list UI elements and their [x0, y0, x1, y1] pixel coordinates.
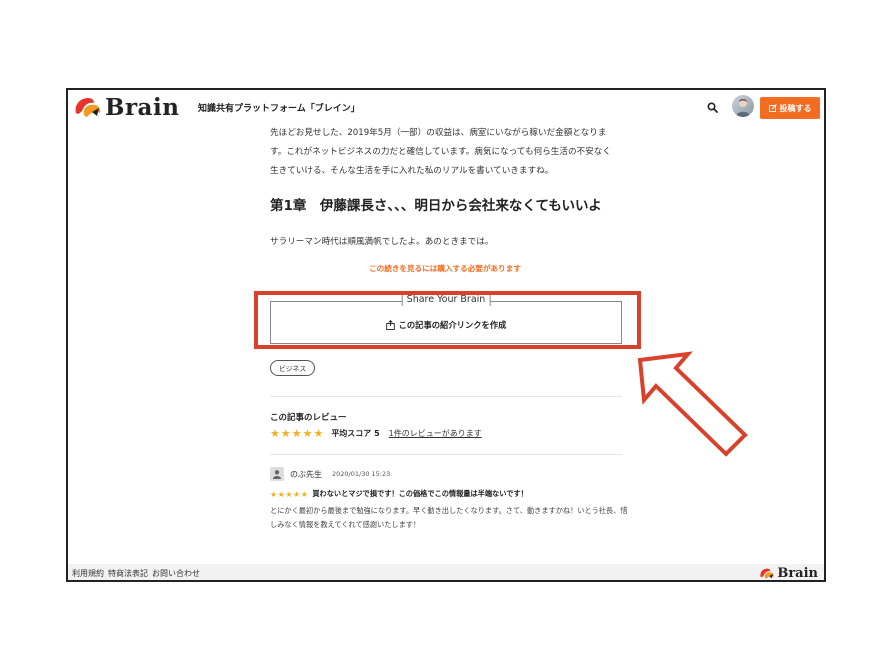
purchase-required-note: この続きを見るには購入する必要があります [369, 264, 521, 273]
site-tagline: 知識共有プラットフォーム「ブレイン」 [198, 104, 360, 114]
reviewer-name: のぶ先生 [290, 469, 322, 479]
brain-logo-icon [760, 568, 774, 579]
intro-line-1: 先ほどお見せした、2019年5月（一部）の収益は、病室にいながら稼いだ金額となり… [270, 128, 607, 138]
search-icon [706, 101, 718, 113]
search-button[interactable] [702, 97, 722, 117]
post-button-label: 投稿する [779, 103, 812, 113]
review-date: 2020/01/30 15:23 [332, 470, 391, 478]
site-footer: 利用規約 特商法表記 お問い合わせ Brain [68, 564, 824, 581]
footer-link-contact[interactable]: お問い合わせ [152, 568, 200, 579]
footer-links: 利用規約 特商法表記 お問い合わせ [72, 568, 200, 579]
review-body: とにかく最初から最後まで勉強になります。早く動き出したくなります。さて、動きます… [270, 506, 628, 529]
review-author: のぶ先生 2020/01/30 15:23 [270, 467, 390, 481]
arrow-annotation [637, 351, 748, 457]
review-stars: ★★★★★ [270, 489, 309, 499]
article-body: 先ほどお見せした、2019年5月（一部）の収益は、病室にいながら稼いだ金額となり… [270, 124, 630, 344]
tag-business[interactable]: ビジネス [270, 360, 316, 376]
divider [270, 396, 622, 397]
highlight-box [254, 291, 641, 349]
average-score: 平均スコア 5 [331, 429, 380, 438]
footer-logo-text: Brain [777, 566, 818, 581]
review-score-row: ★★★★★ 平均スコア 5 1件のレビューがあります [270, 427, 482, 440]
brain-logo[interactable]: Brain [72, 94, 179, 121]
browser-frame: Brain 知識共有プラットフォーム「ブレイン」 投稿する 先ほどお見せした、2… [66, 88, 826, 582]
post-button[interactable]: 投稿する [760, 97, 820, 119]
average-stars: ★★★★★ [270, 427, 325, 440]
divider [270, 454, 622, 455]
logo-text: Brain [105, 94, 180, 121]
footer-logo[interactable]: Brain [758, 566, 818, 581]
edit-icon [768, 104, 777, 112]
chapter-heading: 第1章 伊藤課長さ、、、明日から会社来なくてもいいよ [270, 198, 602, 214]
intro-line-2: す。これがネットビジネスの力だと確信しています。病気になっても何ら生活の不安なく [270, 147, 611, 157]
user-avatar[interactable] [732, 95, 754, 117]
footer-link-terms[interactable]: 利用規約 [72, 568, 104, 579]
review-headline-row: ★★★★★ 買わないとマジで損です！この価格でこの情報量は半端ないです！ [270, 489, 528, 499]
avatar-icon [736, 99, 750, 117]
brain-logo-icon [75, 97, 101, 117]
review-count-link[interactable]: 1件のレビューがあります [389, 428, 482, 439]
user-icon [270, 467, 284, 481]
review-headline: 買わないとマジで損です！この価格でこの情報量は半端ないです！ [312, 489, 528, 498]
footer-link-commerce-law[interactable]: 特商法表記 [108, 568, 148, 579]
article-paragraph: サラリーマン時代は順風満帆でしたよ。あのときまでは。 [270, 237, 494, 247]
reviews-heading: この記事のレビュー [270, 413, 347, 423]
site-header: Brain 知識共有プラットフォーム「ブレイン」 投稿する [68, 90, 824, 125]
intro-line-3: 生きていける、そんな生活を手に入れた私のリアルを書いていきますね。 [270, 166, 554, 176]
